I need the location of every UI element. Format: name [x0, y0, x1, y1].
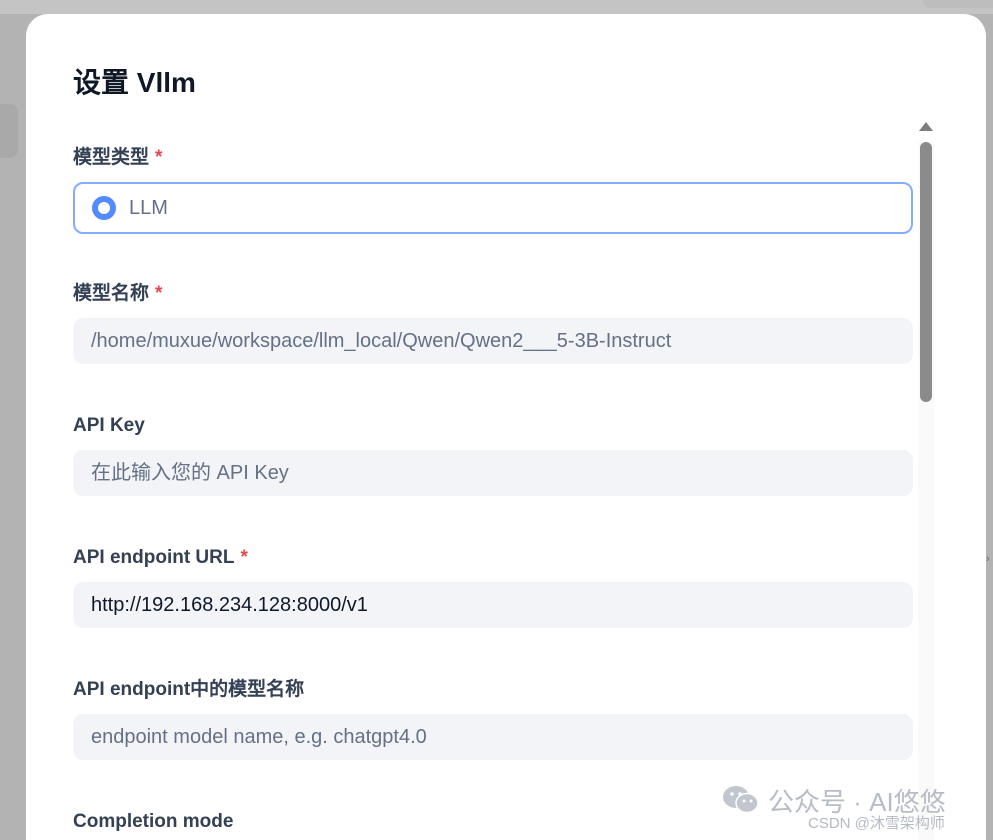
scroll-up-arrow-icon[interactable] — [919, 122, 933, 131]
api-key-input[interactable]: 在此输入您的 API Key — [73, 450, 913, 496]
required-mark: * — [240, 547, 248, 568]
endpoint-model-name-label: API endpoint中的模型名称 — [73, 678, 304, 702]
endpoint-model-name-label-text: API endpoint中的模型名称 — [73, 679, 305, 700]
background-edge-glyph: › — [986, 553, 990, 565]
settings-modal: 设置 Vllm 模型类型 * LLM 模型名称 * /home/muxue/work… — [26, 14, 986, 840]
endpoint-url-label: API endpoint URL * — [73, 546, 248, 570]
background-sidebar-item — [0, 104, 18, 158]
api-key-label-text: API Key — [73, 415, 145, 436]
background-topbar — [0, 0, 993, 14]
model-name-label: 模型名称 * — [73, 282, 162, 306]
required-mark: * — [155, 147, 163, 168]
model-name-label-text: 模型名称 — [73, 283, 150, 304]
endpoint-url-input[interactable]: http://192.168.234.128:8000/v1 — [73, 582, 913, 628]
model-type-label: 模型类型 * — [73, 146, 162, 170]
endpoint-url-label-text: API endpoint URL — [73, 547, 235, 568]
modal-title: 设置 Vllm — [73, 67, 196, 98]
wechat-icon — [723, 786, 759, 814]
completion-mode-label-text: Completion mode — [73, 811, 234, 832]
watermark-source: CSDN @沐雪架构师 — [808, 815, 945, 832]
model-name-input[interactable]: /home/muxue/workspace/llm_local/Qwen/Qwe… — [73, 318, 913, 364]
api-key-placeholder: 在此输入您的 API Key — [91, 462, 289, 484]
endpoint-model-name-placeholder: endpoint model name, e.g. chatgpt4.0 — [91, 726, 427, 748]
model-type-radio-llm[interactable]: LLM — [73, 182, 913, 234]
radio-selected-icon[interactable] — [92, 196, 116, 220]
scrollbar-thumb[interactable] — [920, 142, 932, 402]
endpoint-model-name-input[interactable]: endpoint model name, e.g. chatgpt4.0 — [73, 714, 913, 760]
model-type-option-label: LLM — [129, 197, 168, 219]
required-mark: * — [155, 283, 163, 304]
api-key-label: API Key — [73, 414, 145, 438]
background-corner — [923, 0, 993, 8]
model-type-label-text: 模型类型 — [73, 147, 150, 168]
completion-mode-label: Completion mode — [73, 810, 233, 834]
